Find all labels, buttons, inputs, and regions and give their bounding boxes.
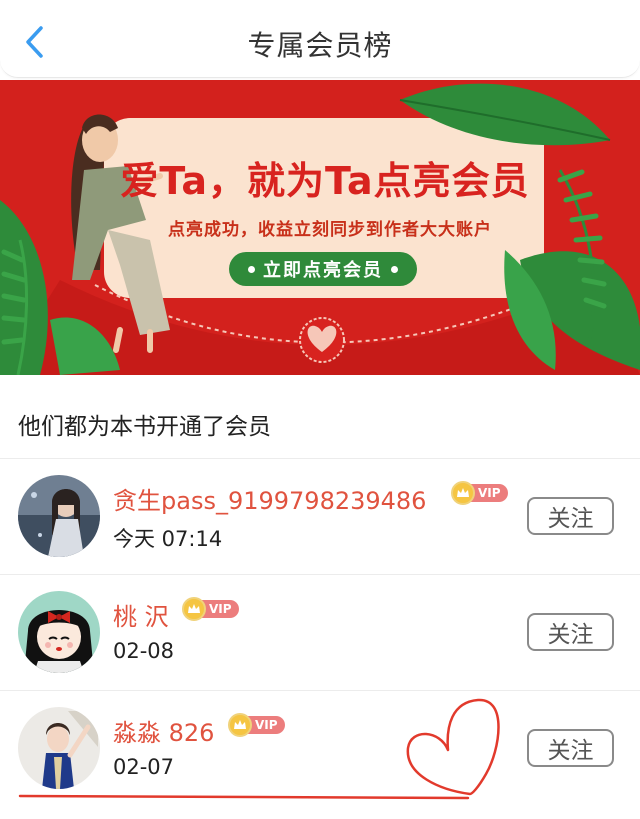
light-up-membership-button[interactable]: 立即点亮会员 <box>229 252 417 286</box>
follow-button[interactable]: 关注 <box>527 497 614 535</box>
avatar[interactable] <box>18 707 100 789</box>
crown-icon <box>228 713 252 737</box>
avatar[interactable] <box>18 591 100 673</box>
list-item[interactable]: 淼淼 826 VIP 02-07 关注 <box>0 691 640 806</box>
follow-button[interactable]: 关注 <box>527 729 614 767</box>
banner-headline: 爱Ta，就为Ta点亮会员 <box>120 159 530 203</box>
vip-badge: VIP <box>182 597 239 621</box>
list-item[interactable]: 桃 沢 VIP 02-08 关注 <box>0 575 640 690</box>
top-nav-bar: 专属会员榜 <box>0 0 640 78</box>
member-time: 今天 07:14 <box>113 527 223 551</box>
member-name[interactable]: 淼淼 826 <box>113 713 214 748</box>
promo-banner[interactable]: 爱Ta，就为Ta点亮会员 点亮成功，收益立刻同步到作者大大账户 立即点亮会员 <box>0 80 640 375</box>
section-title: 他们都为本书开通了会员 <box>18 414 271 440</box>
banner-subtitle: 点亮成功，收益立刻同步到作者大大账户 <box>168 220 492 240</box>
member-time: 02-07 <box>113 755 175 779</box>
member-name[interactable]: 贪生pass_9199798239486 <box>113 481 426 516</box>
page-title: 专属会员榜 <box>247 29 393 62</box>
crown-icon <box>182 597 206 621</box>
member-name[interactable]: 桃 沢 <box>113 597 169 632</box>
avatar[interactable] <box>18 475 100 557</box>
vip-badge: VIP <box>228 713 285 737</box>
list-item[interactable]: 贪生pass_9199798239486 VIP 今天 07:14 关注 <box>0 459 640 574</box>
cta-label: 立即点亮会员 <box>263 260 383 281</box>
vip-badge: VIP <box>451 481 508 505</box>
dot-icon <box>248 265 255 273</box>
follow-button[interactable]: 关注 <box>527 613 614 651</box>
member-time: 02-08 <box>113 639 175 663</box>
dot-icon <box>391 265 398 273</box>
crown-icon <box>451 481 475 505</box>
